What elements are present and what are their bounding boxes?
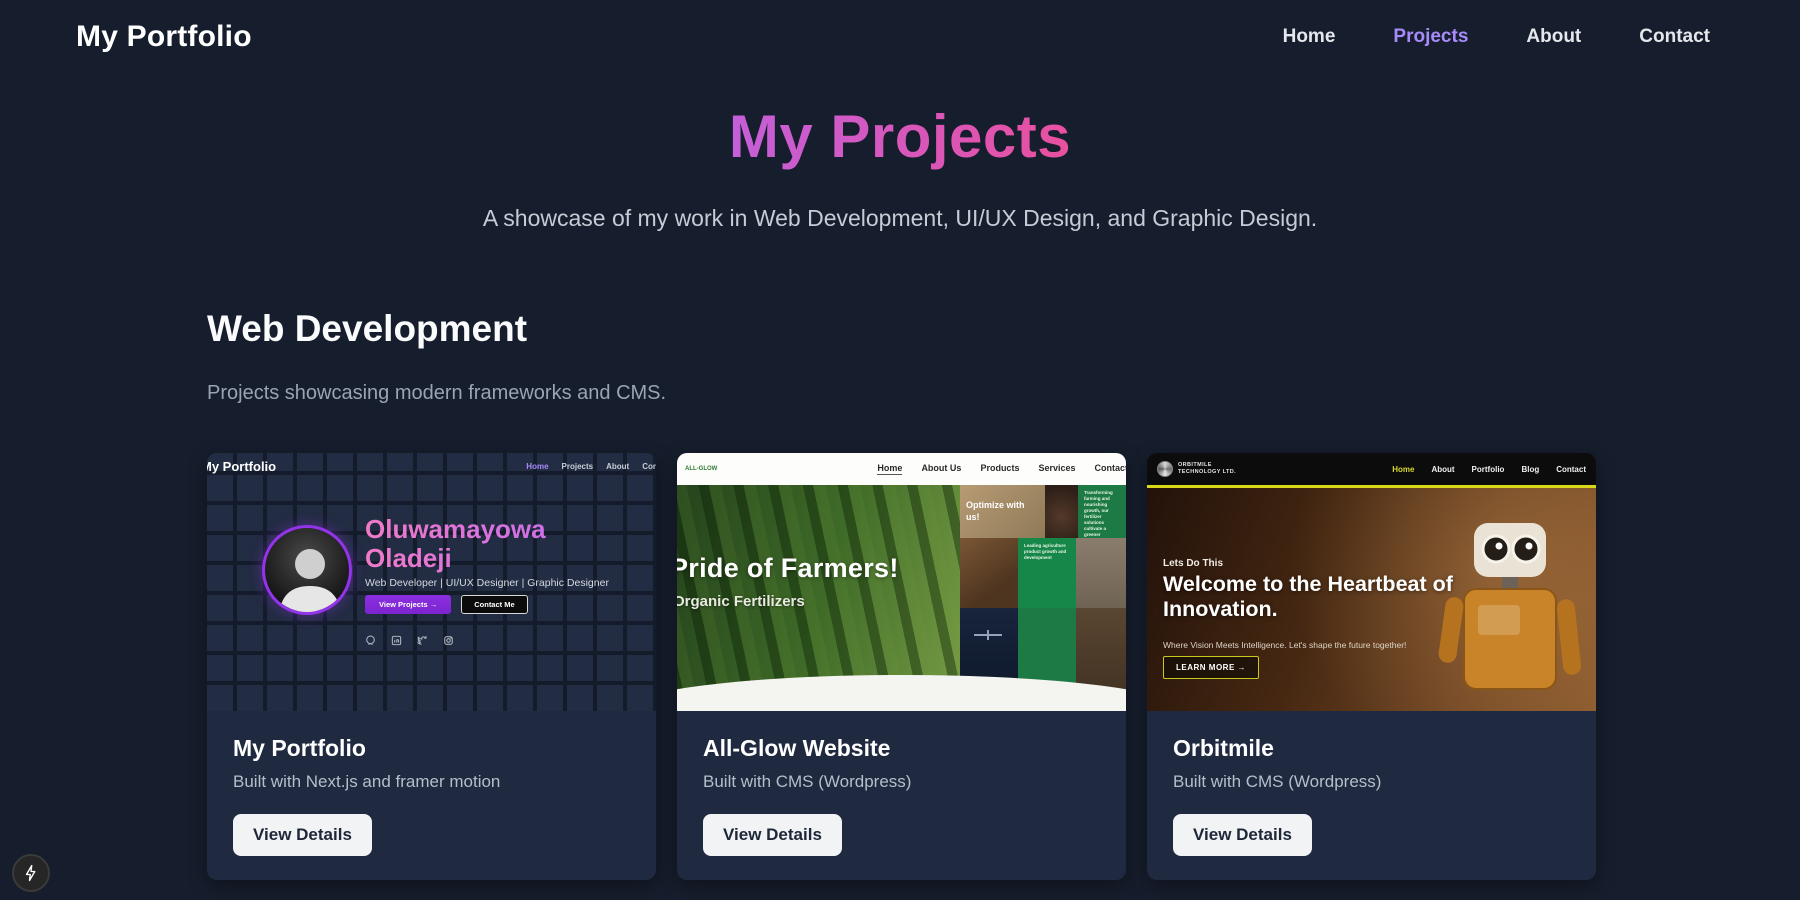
web-development-section: Web Development Projects showcasing mode… <box>207 308 1800 880</box>
card-body: My Portfolio Built with Next.js and fram… <box>207 711 656 880</box>
page-title: My Projects <box>729 102 1071 171</box>
thumb-orbitmile-nav: Home About Portfolio Blog Contact <box>1392 465 1586 474</box>
ob-nav-about: About <box>1431 465 1454 474</box>
nav-projects[interactable]: Projects <box>1393 26 1468 48</box>
gray-photo-tile <box>1076 538 1126 608</box>
thumb-portfolio-nav: Home Projects About Contact <box>526 462 656 471</box>
avatar <box>262 525 352 615</box>
card-description: Built with CMS (Wordpress) <box>703 772 1100 792</box>
soil-photo-tile <box>1045 485 1078 538</box>
card-title: My Portfolio <box>233 735 630 762</box>
ag-nav-services: Services <box>1038 463 1075 475</box>
project-cards: My Portfolio Home Projects About Contact <box>207 453 1800 880</box>
view-details-button-orbitmile[interactable]: View Details <box>1173 814 1312 856</box>
thumb-contact-me-button: Contact Me <box>461 595 527 614</box>
thumb-portfolio-buttons: View Projects → Contact Me <box>365 595 528 614</box>
thumb-nav-home: Home <box>526 462 548 471</box>
thumb-portfolio-logo: My Portfolio <box>207 459 276 474</box>
thumb-orbitmile-logo: ORBITMILE TECHNOLOGY LTD. <box>1157 461 1236 477</box>
card-all-glow: ALL-GLOW Home About Us Products Services… <box>677 453 1126 880</box>
ob-nav-portfolio: Portfolio <box>1472 465 1505 474</box>
orbitmile-logo-icon <box>1157 461 1173 477</box>
transforming-text-tile: Transforming farming and nourishing grow… <box>1078 485 1126 538</box>
thumbnail-orbitmile: ORBITMILE TECHNOLOGY LTD. Home About Por… <box>1147 453 1596 711</box>
planting-photo-tile <box>960 538 1018 608</box>
thumb-nav-contact: Contact <box>642 462 656 471</box>
optimize-tile: Optimize with us! <box>960 485 1045 538</box>
view-details-button-my-portfolio[interactable]: View Details <box>233 814 372 856</box>
orbitmile-subtext: Where Vision Meets Intelligence. Let's s… <box>1163 640 1433 650</box>
ob-nav-contact: Contact <box>1556 465 1586 474</box>
thumb-allglow-logo: ALL-GLOW <box>685 466 745 473</box>
person-silhouette <box>265 528 352 615</box>
card-description: Built with CMS (Wordpress) <box>1173 772 1570 792</box>
thumb-allglow-headline: Pride of Farmers! <box>677 553 899 584</box>
site-header: My Portfolio Home Projects About Contact <box>0 0 1800 54</box>
devtools-badge[interactable] <box>12 854 50 892</box>
thumb-nav-projects: Projects <box>562 462 594 471</box>
white-curve-section <box>677 675 1126 711</box>
page-subtitle: A showcase of my work in Web Development… <box>0 205 1800 232</box>
ob-nav-blog: Blog <box>1521 465 1539 474</box>
thumb-allglow-header: ALL-GLOW Home About Us Products Services… <box>677 453 1126 485</box>
twitter-icon <box>417 635 428 646</box>
card-orbitmile: ORBITMILE TECHNOLOGY LTD. Home About Por… <box>1147 453 1596 880</box>
card-description: Built with Next.js and framer motion <box>233 772 630 792</box>
lightning-bolt-icon <box>22 864 40 882</box>
thumb-allglow-nav: Home About Us Products Services Contact <box>877 463 1126 475</box>
thumb-portfolio-name: Oluwamayowa Oladeji <box>365 515 546 573</box>
thumb-allglow-subheadline: Organic Fertilizers <box>677 593 805 610</box>
robot-scene-image: Lets Do This Welcome to the Heartbeat of… <box>1147 488 1596 711</box>
ag-nav-about-us: About Us <box>921 463 961 475</box>
thumb-social-icons <box>365 635 454 646</box>
nav-home[interactable]: Home <box>1283 26 1336 48</box>
section-subtitle: Projects showcasing modern frameworks an… <box>207 382 1800 405</box>
ob-nav-home: Home <box>1392 465 1414 474</box>
thumb-view-projects-button: View Projects → <box>365 595 451 614</box>
section-title: Web Development <box>207 308 1800 350</box>
github-icon <box>365 635 376 646</box>
leading-text-tile: Leading agriculture product growth and d… <box>1018 538 1076 608</box>
linkedin-icon <box>391 635 402 646</box>
thumb-portfolio-header: My Portfolio Home Projects About Contact <box>207 459 656 474</box>
instagram-icon <box>443 635 454 646</box>
hero: My Projects A showcase of my work in Web… <box>0 102 1800 232</box>
main-nav: Home Projects About Contact <box>1283 26 1710 48</box>
card-my-portfolio: My Portfolio Home Projects About Contact <box>207 453 656 880</box>
thumb-orbitmile-header: ORBITMILE TECHNOLOGY LTD. Home About Por… <box>1147 453 1596 485</box>
drone-icon <box>974 630 1002 640</box>
thumbnail-all-glow: ALL-GLOW Home About Us Products Services… <box>677 453 1126 711</box>
card-body: Orbitmile Built with CMS (Wordpress) Vie… <box>1147 711 1596 880</box>
thumb-nav-about: About <box>606 462 629 471</box>
orbitmile-headline: Welcome to the Heartbeat of Innovation. <box>1163 572 1473 623</box>
nav-about[interactable]: About <box>1526 26 1581 48</box>
view-details-button-all-glow[interactable]: View Details <box>703 814 842 856</box>
ag-nav-contact: Contact <box>1095 463 1127 475</box>
ag-nav-products: Products <box>980 463 1019 475</box>
ag-nav-home: Home <box>877 463 902 475</box>
nav-contact[interactable]: Contact <box>1639 26 1710 48</box>
card-body: All-Glow Website Built with CMS (Wordpre… <box>677 711 1126 880</box>
thumbnail-my-portfolio: My Portfolio Home Projects About Contact <box>207 453 656 711</box>
thumb-portfolio-role: Web Developer | UI/UX Designer | Graphic… <box>365 577 609 589</box>
card-title: All-Glow Website <box>703 735 1100 762</box>
card-title: Orbitmile <box>1173 735 1570 762</box>
orbitmile-kicker: Lets Do This <box>1163 558 1223 569</box>
learn-more-button: LEARN MORE → <box>1163 656 1259 679</box>
site-logo: My Portfolio <box>76 20 252 54</box>
yellow-divider <box>1147 485 1596 488</box>
